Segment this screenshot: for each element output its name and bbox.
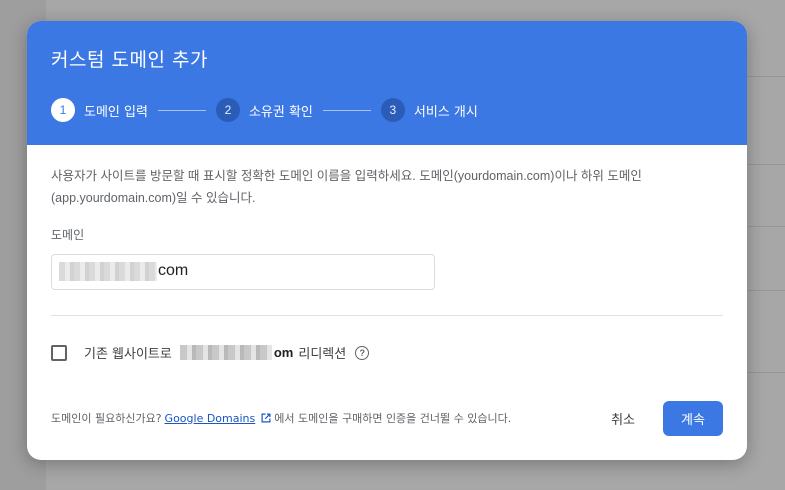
step-go-live: 3 서비스 개시 (380, 98, 478, 122)
step-label: 소유권 확인 (248, 104, 313, 120)
dialog-title: 커스텀 도메인 추가 (51, 49, 208, 71)
footer-note: 도메인이 필요하신가요? Google Domains 에서 도메인을 구매하면… (51, 410, 511, 426)
redirect-label-suffix: 리디렉션 (298, 347, 347, 362)
redirect-checkbox[interactable] (51, 344, 67, 361)
redirect-option: 기존 웹사이트로 om 리디렉션 ? (51, 343, 723, 362)
step-number: 2 (215, 98, 240, 122)
step-number: 1 (51, 98, 75, 122)
redacted-redirect-domain (179, 345, 272, 360)
cancel-button[interactable]: 취소 (599, 401, 647, 436)
help-circle-icon[interactable]: ? (355, 345, 370, 360)
step-connector (157, 109, 206, 111)
description-text: 사용자가 사이트를 방문할 때 표시할 정확한 도메인 이름을 입력하세요. 도… (51, 169, 642, 205)
step-verify-ownership: 2 소유권 확인 (215, 98, 313, 122)
stepper: 1 도메인 입력 2 소유권 확인 3 서비스 개시 (51, 98, 723, 122)
step-connector (322, 109, 371, 111)
dialog-footer: 도메인이 필요하신가요? Google Domains 에서 도메인을 구매하면… (51, 400, 723, 436)
step-label: 서비스 개시 (413, 104, 478, 120)
redirect-label: 기존 웹사이트로 om 리디렉션 ? (84, 343, 370, 362)
redirect-domain-visible-text: om (273, 345, 294, 360)
domain-field-label: 도메인 (51, 228, 85, 242)
open-in-new-icon[interactable] (260, 412, 272, 424)
continue-button[interactable]: 계속 (663, 400, 723, 436)
redacted-domain (59, 262, 157, 281)
redirect-label-prefix: 기존 웹사이트로 (84, 347, 172, 362)
add-custom-domain-dialog: 커스텀 도메인 추가 1 도메인 입력 2 소유권 확인 3 서비스 개시 사용… (27, 21, 747, 460)
dialog-header: 커스텀 도메인 추가 1 도메인 입력 2 소유권 확인 3 서비스 개시 (27, 21, 747, 145)
footer-note-suffix: 에서 도메인을 구매하면 인증을 건너뛸 수 있습니다. (274, 412, 512, 425)
step-label: 도메인 입력 (84, 104, 148, 120)
step-enter-domain: 1 도메인 입력 (51, 98, 148, 122)
domain-input-wrapper: com (51, 254, 435, 290)
google-domains-link[interactable]: Google Domains (165, 412, 256, 425)
section-divider (51, 315, 723, 316)
dialog-body: 사용자가 사이트를 방문할 때 표시할 정확한 도메인 이름을 입력하세요. 도… (27, 165, 747, 362)
footer-note-prefix: 도메인이 필요하신가요? (51, 412, 162, 425)
domain-input-visible-text: com (158, 262, 189, 279)
step-number: 3 (380, 98, 405, 122)
footer-actions: 취소 계속 (599, 400, 723, 436)
